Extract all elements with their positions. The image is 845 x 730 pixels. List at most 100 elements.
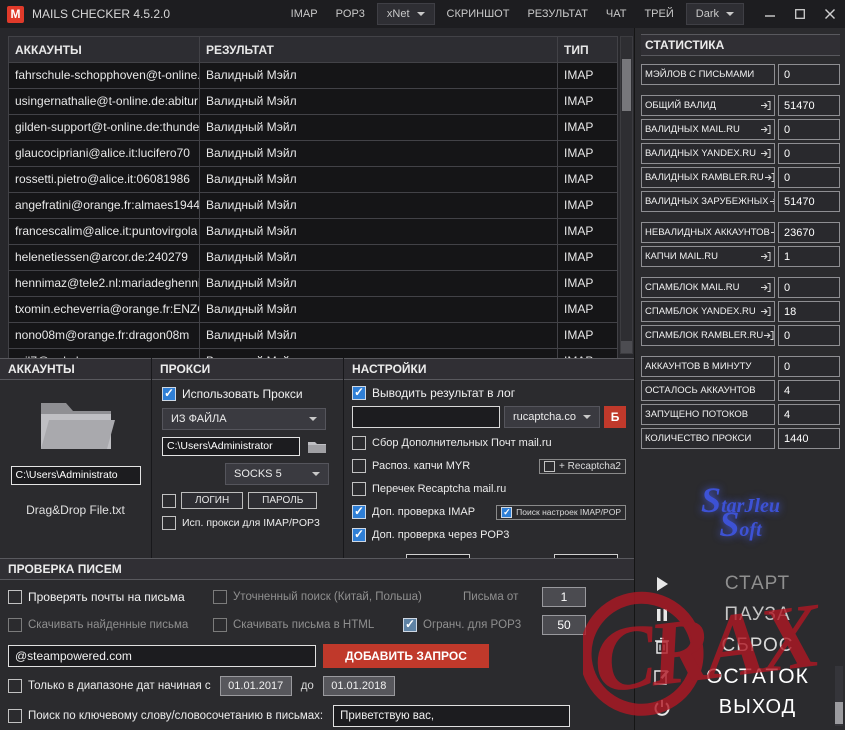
corner-scrollbar-thumb[interactable] [835,702,843,724]
download-html-checkbox[interactable] [213,618,227,632]
export-icon[interactable] [764,172,774,183]
export-icon[interactable] [763,330,774,341]
imap-check-checkbox[interactable] [352,504,366,519]
cell-account: glaucocipriani@alice.it:lucifero70 [8,141,200,167]
recaptcha-mailru-checkbox[interactable] [352,482,366,496]
proxy-type-dropdown[interactable]: SOCKS 5 [225,463,329,485]
column-header-type[interactable]: ТИП [558,36,618,63]
table-row[interactable]: glaucocipriani@alice.it:lucifero70 Валидн… [8,141,634,167]
theme-label: Dark [695,8,719,20]
table-row[interactable]: ...il7@...de:h...Валидный МэйлIMAP [8,349,634,358]
cell-account: ...il7@...de:h... [8,349,200,358]
menu-tray[interactable]: ТРЕЙ [635,3,682,25]
date-to-button[interactable]: 01.01.2018 [322,676,395,696]
captcha-service-dropdown[interactable]: rucaptcha.co [504,406,600,428]
keyword-input[interactable]: Приветствую вас, [333,705,571,727]
scrollbar-thumb[interactable] [622,59,631,111]
table-row[interactable]: usingernathalie@t-online.de:abitur Валидн… [8,89,634,115]
export-icon[interactable] [760,251,771,262]
letters-panel-title: ПРОВЕРКА ПИСЕМ [0,558,634,580]
menu-screenshot[interactable]: СКРИНШОТ [438,3,519,25]
reset-button[interactable]: СБРОС [645,631,836,660]
table-scrollbar[interactable] [620,36,633,354]
table-row[interactable]: helenetiessen@arcor.de:240279 Валидный Мэ… [8,245,634,271]
keyword-search-checkbox[interactable] [8,709,22,723]
export-icon[interactable] [760,148,771,159]
export-icon[interactable] [760,306,771,317]
pop3-check-checkbox[interactable] [352,527,366,542]
table-row[interactable]: francescalim@alice.it:puntovirgola Валидн… [8,219,634,245]
date-range-checkbox[interactable] [8,679,22,693]
proxy-auth-checkbox[interactable] [162,493,176,508]
folder-icon[interactable] [37,394,115,452]
query-input[interactable]: @steampowered.com [8,645,316,667]
captcha-myr-label: Распоз. капчи MYR [372,460,471,472]
minimize-button[interactable] [755,0,785,28]
theme-dropdown[interactable]: Dark [685,3,744,25]
table-row[interactable]: fahrschule-schopphoven@t-online.d Валидны… [8,63,634,89]
export-icon[interactable] [760,100,771,111]
add-query-button[interactable]: ДОБАВИТЬ ЗАПРОС [323,644,489,668]
recaptcha2-checkbox[interactable] [544,460,555,472]
export-icon[interactable] [760,124,771,135]
menu-xnet-dropdown[interactable]: xNet [376,3,435,25]
column-header-accounts[interactable]: АККАУНТЫ [8,36,200,63]
browse-folder-icon[interactable] [305,438,329,456]
corner-scrollbar[interactable] [835,666,843,726]
app-window: M MAILS CHECKER 4.5.2.0 IMAP POP3 xNet С… [0,0,845,730]
table-row[interactable]: hennimaz@tele2.nl:mariadeghennim Валидный… [8,271,634,297]
log-output-checkbox[interactable] [352,385,366,400]
cell-result: Валидный Мэйл [200,271,558,297]
download-letters-checkbox[interactable] [8,618,22,632]
check-letters-checkbox[interactable] [8,590,22,604]
accounts-path-input[interactable]: C:\Users\Administrato [10,466,141,485]
proxy-source-dropdown[interactable]: ИЗ ФАЙЛА [162,408,326,430]
table-row[interactable]: txomin.echeverria@orange.fr:ENZO2 Валидны… [8,297,634,323]
stat-row: СПАМБЛОК YANDEX.RU 18 [641,301,840,322]
maximize-button[interactable] [785,0,815,28]
stat-label: СПАМБЛОК YANDEX.RU [641,301,775,322]
column-header-result[interactable]: РЕЗУЛЬТАТ [200,36,558,63]
close-button[interactable] [815,0,845,28]
date-from-button[interactable]: 01.01.2017 [219,676,292,696]
imap-search-checkbox[interactable] [501,506,513,518]
proxy-path-input[interactable]: C:\Users\Administrator [162,437,300,456]
stat-row: СПАМБЛОК MAIL.RU 0 [641,277,840,298]
recaptcha2-label: + Recaptcha2 [559,460,621,472]
pause-button[interactable]: ПАУЗА [645,600,836,629]
table-row[interactable]: rossetti.pietro@alice.it:06081986 Валидны… [8,167,634,193]
stat-row: ВАЛИДНЫХ YANDEX.RU 0 [641,143,840,164]
cell-result: Валидный Мэйл [200,323,558,349]
remainder-button[interactable]: ОСТАТОК [645,662,836,691]
stat-value: 0 [778,277,840,298]
table-row[interactable]: angefratini@orange.fr:almaes1944 Валидный… [8,193,634,219]
collect-mail-checkbox[interactable] [352,436,366,450]
table-row[interactable]: nono08m@orange.fr:dragon08m Валидный Мэйл… [8,323,634,349]
captcha-myr-checkbox[interactable] [352,459,366,473]
start-button[interactable]: СТАРТ [645,569,836,598]
proxy-for-imap-checkbox[interactable] [162,516,176,530]
login-button[interactable]: ЛОГИН [181,492,244,509]
balance-button[interactable]: Б [604,406,626,428]
use-proxy-label: Использовать Прокси [182,387,303,401]
use-proxy-checkbox[interactable] [162,386,176,401]
menu-result[interactable]: РЕЗУЛЬТАТ [518,3,596,25]
scroll-down-button[interactable] [621,341,632,353]
export-icon[interactable] [769,196,774,207]
table-row[interactable]: gilden-support@t-online.de:thunder Валидн… [8,115,634,141]
captcha-key-input[interactable] [352,406,500,428]
export-icon[interactable] [770,227,774,238]
pop3-limit-input[interactable]: 50 [542,615,586,635]
letters-from-input[interactable]: 1 [542,587,586,607]
pop3-limit-checkbox[interactable] [403,617,417,632]
exit-button[interactable]: ВЫХОД [645,693,836,722]
window-controls [755,0,845,28]
cell-type: IMAP [558,297,618,323]
menu-chat[interactable]: ЧАТ [597,3,636,25]
refined-search-checkbox[interactable] [213,590,227,604]
menu-imap[interactable]: IMAP [282,3,327,25]
power-icon [645,699,679,717]
password-button[interactable]: ПАРОЛЬ [248,492,318,509]
export-icon[interactable] [760,282,771,293]
menu-pop3[interactable]: POP3 [327,3,374,25]
